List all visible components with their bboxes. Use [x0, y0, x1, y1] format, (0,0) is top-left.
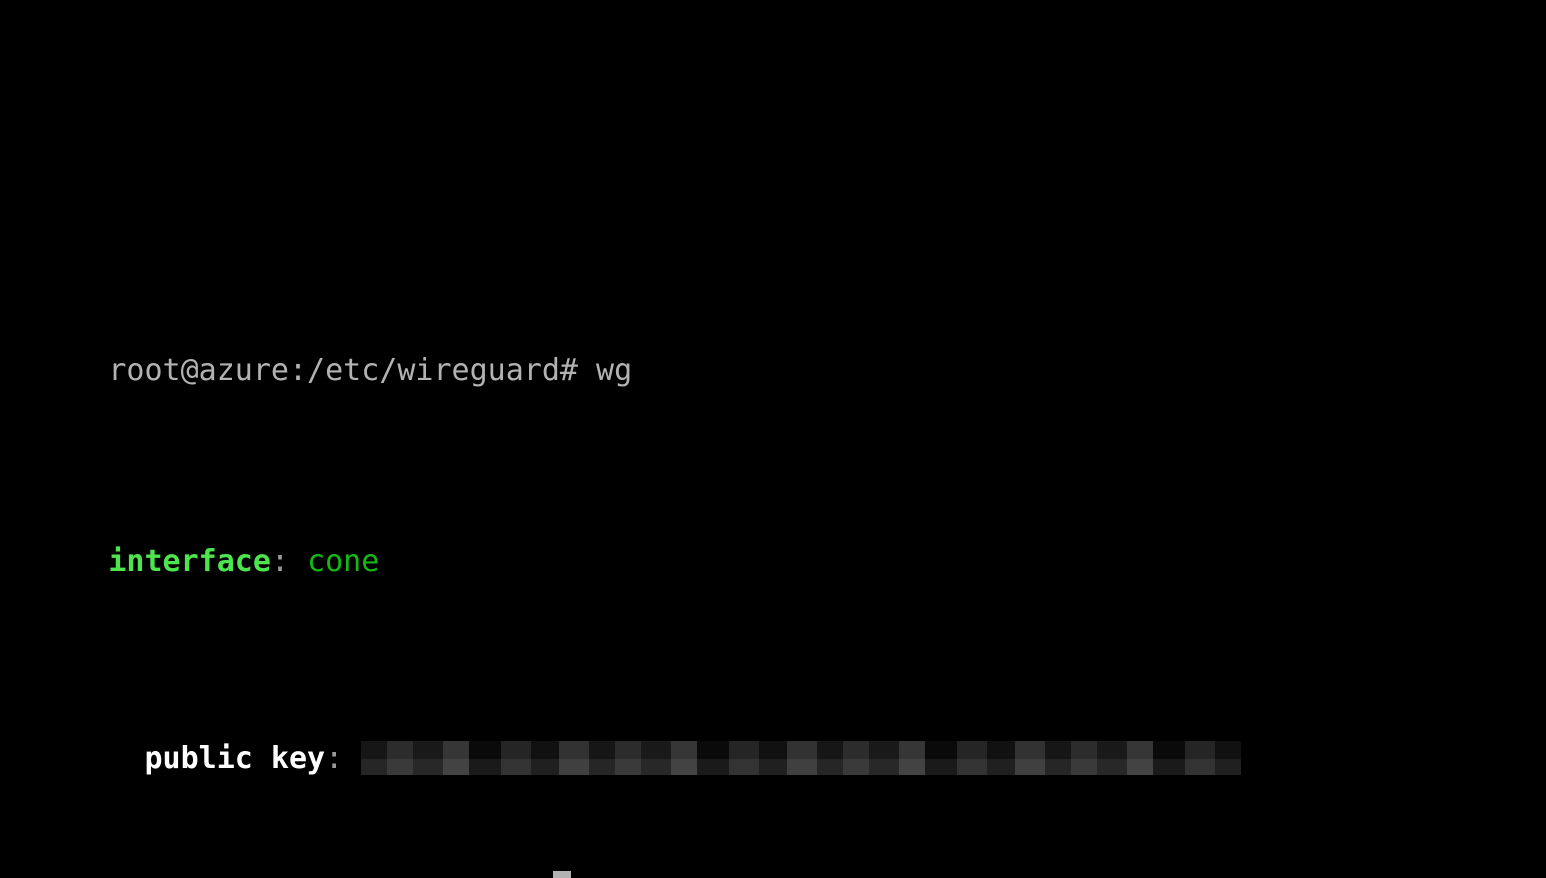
- terminal-line-clipped-prev: [0, 123, 1546, 161]
- colon-1: :: [270, 544, 289, 580]
- terminal-window[interactable]: root@azure:/etc/wireguard# wg interface:…: [0, 0, 1546, 878]
- public-key-redaction: [361, 741, 1242, 776]
- terminal-line-public-key: public key:: [0, 696, 1546, 776]
- interface-label: interface: [108, 544, 271, 580]
- shell-prompt: root@azure:/etc/wireguard#: [108, 353, 578, 389]
- interface-name: cone: [307, 544, 380, 580]
- shell-command: wg: [596, 353, 633, 389]
- public-key-label: public key: [144, 741, 326, 777]
- terminal-line-interface: interface: cone: [0, 505, 1546, 579]
- clipped-prev-text: [108, 162, 126, 197]
- terminal-line-prompt: root@azure:/etc/wireguard# wg: [0, 314, 1546, 388]
- terminal-screen: root@azure:/etc/wireguard# wg interface:…: [0, 0, 1546, 878]
- colon-2: :: [325, 741, 344, 777]
- text-cursor: [553, 871, 571, 878]
